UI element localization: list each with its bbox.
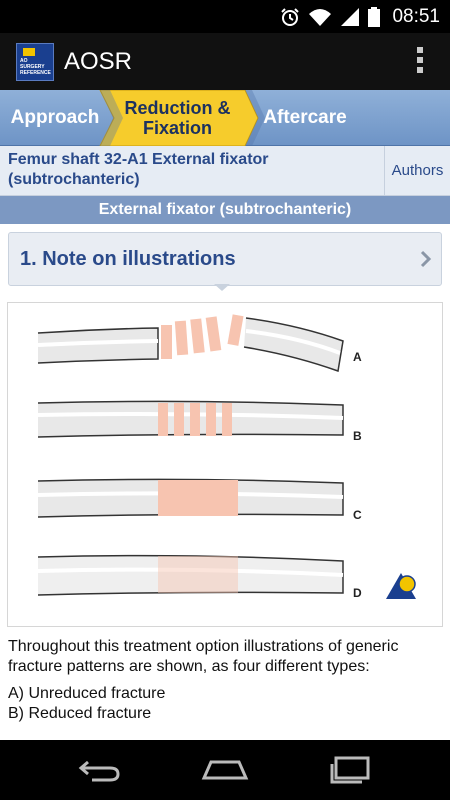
- app-logo[interactable]: AO SURGERY REFERENCE: [16, 43, 54, 81]
- fracture-illustration: A B C D: [7, 302, 443, 627]
- recents-button[interactable]: [320, 752, 380, 788]
- step-title: 1. Note on illustrations: [20, 248, 236, 270]
- wifi-icon: [309, 9, 331, 26]
- home-button[interactable]: [195, 752, 255, 788]
- signal-icon: [341, 8, 359, 26]
- list-item-b: B) Reduced fracture: [8, 705, 152, 722]
- logo-line-3: REFERENCE: [20, 70, 51, 76]
- label-d: D: [353, 586, 362, 600]
- status-time: 08:51: [392, 6, 440, 27]
- recents-icon: [330, 756, 370, 784]
- title-row: Femur shaft 32-A1 External fixator (subt…: [0, 146, 450, 196]
- battery-icon: [368, 7, 380, 27]
- bone-d: [37, 554, 344, 596]
- section-subheader: External fixator (subtrochanteric): [0, 196, 450, 224]
- home-icon: [201, 760, 249, 780]
- label-c: C: [353, 508, 362, 522]
- breadcrumb-tabs: Approach Reduction & Fixation Aftercare: [0, 90, 450, 146]
- tab-approach[interactable]: Approach: [0, 90, 110, 146]
- label-b: B: [353, 429, 362, 443]
- bone-c: [37, 478, 344, 518]
- bone-a: [37, 314, 344, 373]
- page-title: Femur shaft 32-A1 External fixator (subt…: [8, 151, 269, 188]
- back-icon: [78, 760, 120, 782]
- body-paragraph: Throughout this treatment option illustr…: [8, 638, 399, 675]
- overflow-menu-icon[interactable]: [416, 47, 424, 77]
- action-bar: AO SURGERY REFERENCE AOSR: [0, 33, 450, 90]
- authors-button[interactable]: Authors: [384, 146, 450, 195]
- system-nav-bar: [0, 740, 450, 800]
- back-button[interactable]: [70, 752, 130, 788]
- chevron-right-icon: [420, 250, 432, 268]
- tab-reduction-fixation[interactable]: Reduction & Fixation: [110, 90, 245, 146]
- step-pointer: [214, 284, 230, 291]
- ao-logo-icon: [386, 573, 416, 599]
- body-text: Throughout this treatment option illustr…: [8, 637, 438, 724]
- logo-flag-icon: [23, 48, 35, 56]
- status-bar: 08:51: [0, 0, 450, 33]
- alarm-icon: [281, 8, 299, 26]
- step-header[interactable]: 1. Note on illustrations: [8, 232, 442, 286]
- tab-aftercare[interactable]: Aftercare: [250, 90, 360, 146]
- bone-b: [37, 400, 344, 438]
- screen: 08:51 AO SURGERY REFERENCE AOSR Approach…: [0, 0, 450, 800]
- label-a: A: [353, 350, 362, 364]
- list-item-a: A) Unreduced fracture: [8, 685, 166, 702]
- app-title: AOSR: [64, 48, 133, 75]
- fracture-drawing: [37, 314, 416, 599]
- status-icons: [280, 6, 380, 28]
